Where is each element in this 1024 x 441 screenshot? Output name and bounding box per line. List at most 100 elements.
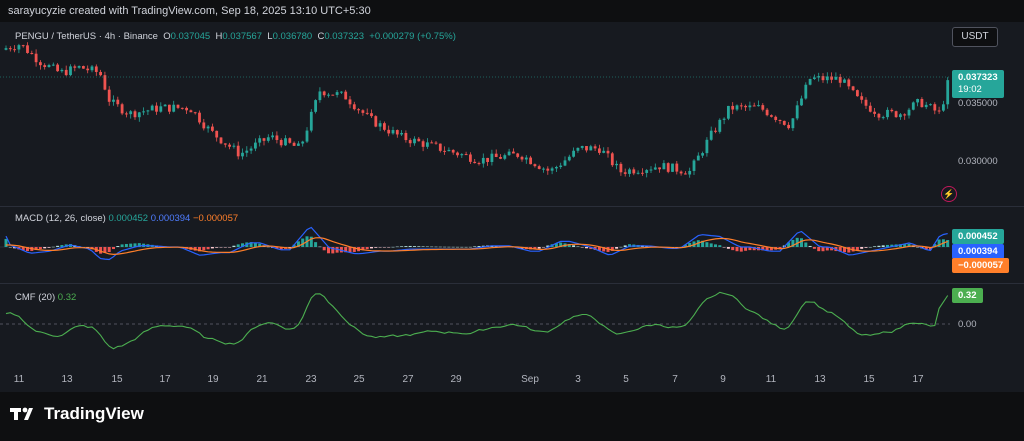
candle-body	[696, 155, 700, 161]
candle-body	[258, 138, 262, 143]
candle-body	[877, 113, 881, 118]
brand-name: TradingView	[44, 404, 144, 423]
candle-body	[748, 105, 752, 108]
candle-body	[688, 170, 692, 175]
candle-body	[284, 138, 287, 146]
pane-divider[interactable]	[0, 206, 1024, 207]
candle-body	[856, 90, 859, 97]
candle-body	[761, 105, 765, 110]
candle-body	[129, 111, 133, 115]
candle-body	[619, 163, 623, 173]
pane-divider[interactable]	[0, 283, 1024, 284]
candle-body	[894, 111, 898, 118]
macd-histogram-bar	[425, 246, 429, 248]
change-value: +0.000279 (+0.75%)	[369, 31, 456, 42]
macd-histogram-bar	[705, 242, 709, 247]
candle-body	[834, 76, 838, 80]
symbol-name[interactable]: PENGU / TetherUS · 4h · Binance	[15, 31, 158, 42]
macd-title[interactable]: MACD (12, 26, close)	[15, 213, 106, 224]
candle-body	[847, 79, 851, 87]
candle-body	[404, 132, 408, 141]
candle-body	[370, 113, 373, 117]
macd-histogram-bar	[623, 245, 627, 247]
candle-body	[795, 105, 799, 119]
candle-body	[26, 45, 29, 53]
candle-body	[211, 126, 214, 131]
time-tick: 17	[912, 374, 924, 385]
macd-histogram-bar	[348, 247, 352, 253]
macd-histogram-bar	[232, 245, 236, 247]
candle-body	[598, 148, 601, 153]
candle-body	[864, 99, 868, 106]
macd-histogram-bar	[314, 242, 318, 247]
candle-body	[77, 66, 81, 68]
cmf-tag: 0.32	[952, 288, 983, 303]
time-tick: 27	[402, 374, 414, 385]
candle-body	[279, 139, 283, 146]
signal-tag: 0.000394	[952, 244, 1004, 259]
candle-body	[718, 119, 722, 132]
candle-body	[494, 153, 498, 158]
candle-body	[90, 66, 94, 71]
candle-body	[576, 147, 580, 151]
macd-histogram-bar	[443, 246, 447, 248]
macd-histogram-bar	[619, 246, 623, 248]
macd-legend: MACD (12, 26, close) 0.000452 0.000394 −…	[15, 213, 238, 224]
macd-histogram-bar	[718, 245, 722, 247]
candle-body	[13, 49, 16, 51]
candle-body	[524, 157, 528, 160]
candle-body	[176, 104, 180, 108]
chart-canvas[interactable]	[0, 22, 1024, 392]
candle-body	[813, 77, 816, 79]
open-value: 0.037045	[170, 31, 211, 42]
macd-histogram-bar	[537, 247, 541, 249]
macd-histogram-bar	[477, 246, 481, 247]
tradingview-logo[interactable]: TradingView	[10, 404, 144, 424]
candle-body	[107, 89, 111, 102]
candle-body	[533, 164, 537, 167]
cmf-value: 0.32	[57, 292, 77, 303]
candle-body	[899, 114, 902, 118]
high-value: 0.037567	[222, 31, 262, 42]
candle-body	[787, 124, 790, 129]
macd-histogram-bar	[120, 244, 124, 247]
histogram-value: −0.000057	[192, 213, 239, 224]
macd-histogram-bar	[434, 246, 438, 248]
lightning-icon[interactable]: ⚡	[941, 186, 957, 202]
macd-histogram-bar	[47, 247, 51, 248]
candle-body	[464, 154, 468, 156]
candle-body	[503, 155, 507, 159]
time-tick: 3	[575, 374, 581, 385]
macd-histogram-bar	[421, 246, 425, 247]
created-by-text: sarayucyzie created with TradingView.com…	[8, 5, 371, 17]
macd-histogram-bar	[473, 246, 477, 247]
candle-body	[331, 94, 335, 96]
macd-histogram-bar	[56, 245, 60, 247]
candle-body	[133, 111, 137, 118]
candle-body	[374, 116, 378, 127]
time-tick: Sep	[521, 374, 539, 385]
candle-body	[383, 123, 386, 130]
candle-body	[206, 126, 210, 129]
candle-body	[860, 96, 864, 100]
currency-button[interactable]: USDT	[952, 27, 998, 47]
candle-body	[301, 141, 305, 144]
candle-body	[86, 68, 90, 71]
chart-area[interactable]	[0, 22, 1024, 392]
macd-value: 0.000452	[108, 213, 149, 224]
macd-histogram-bar	[253, 242, 257, 247]
candle-body	[228, 144, 231, 147]
macd-histogram-bar	[542, 247, 545, 248]
candle-body	[340, 91, 343, 93]
macd-histogram-bar	[51, 246, 55, 248]
candle-body	[671, 163, 674, 172]
cmf-title[interactable]: CMF (20)	[15, 292, 55, 303]
close-value: 0.037323	[324, 31, 364, 42]
candle-body	[408, 140, 412, 144]
macd-histogram-bar	[387, 247, 391, 248]
macd-histogram-bar	[417, 246, 421, 247]
time-tick: 11	[13, 374, 25, 385]
macd-histogram-bar	[576, 246, 580, 247]
macd-histogram-bar	[382, 247, 386, 248]
candle-body	[94, 66, 98, 72]
